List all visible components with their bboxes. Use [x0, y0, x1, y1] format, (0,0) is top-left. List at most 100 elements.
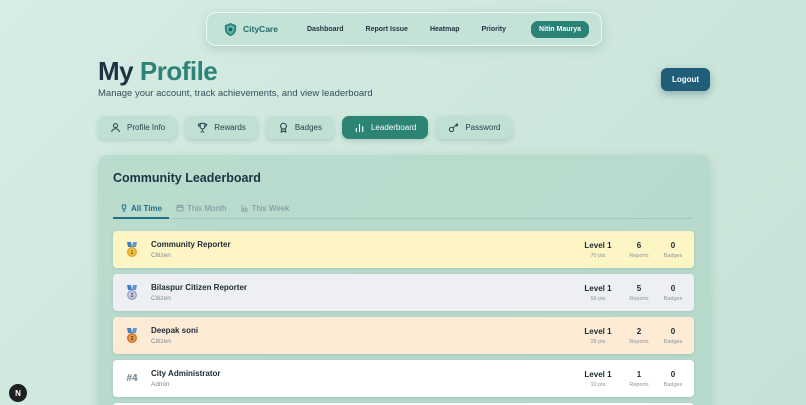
tab-label: Leaderboard: [370, 123, 417, 132]
user-info: Bilaspur Citizen Reporter Citizen: [151, 283, 578, 302]
tab-label: This Month: [186, 203, 227, 213]
trophy-icon: [198, 122, 208, 133]
brand-name: CityCare: [243, 24, 278, 34]
tab-rewards[interactable]: Rewards: [185, 116, 258, 139]
tab-label: Rewards: [214, 123, 246, 132]
points-value: 70 pts: [590, 252, 606, 259]
badges-stat: 0 Badges: [656, 327, 690, 345]
reports-stat: 6 Reports: [624, 241, 654, 259]
reports-count: 6: [636, 240, 642, 250]
award-icon: [279, 122, 287, 133]
bar-chart-icon: [355, 123, 364, 133]
leaderboard-row[interactable]: #4 City Administrator Admin Level 1 10 p…: [113, 360, 694, 397]
rank-cell: 1: [113, 241, 151, 258]
tab-leaderboard[interactable]: Leaderboard: [341, 116, 429, 139]
badges-label: Badges: [663, 381, 683, 388]
tab-label: Password: [465, 123, 501, 132]
medal-rank-text: 3: [131, 336, 134, 342]
tab-label: Profile Info: [127, 123, 166, 132]
profile-tabs: Profile Info Rewards Badges Leaderboard …: [98, 116, 513, 139]
reports-label: Reports: [629, 338, 649, 345]
tab-this-week[interactable]: This Week: [234, 199, 297, 217]
user-name: Bilaspur Citizen Reporter: [151, 283, 248, 292]
tab-label: Badges: [294, 123, 322, 132]
period-tabs: All Time This Month This Week: [113, 199, 692, 219]
tab-all-time[interactable]: All Time: [113, 199, 169, 219]
leaderboard-title: Community Leaderboard: [113, 171, 261, 185]
bronze-medal-icon: 3: [127, 327, 137, 343]
tab-profile-info[interactable]: Profile Info: [98, 116, 178, 139]
user-icon: [111, 123, 120, 133]
reports-label: Reports: [629, 381, 649, 388]
page-title-part2: Profile: [139, 56, 218, 86]
reports-count: 5: [636, 283, 642, 293]
badges-label: Badges: [663, 338, 683, 345]
rank-number: #4: [126, 373, 138, 384]
leaderboard-row[interactable]: 3 Deepak soni Citizen Level 1 28 pts 2 R…: [113, 317, 694, 354]
tab-label: All Time: [131, 203, 162, 213]
nav-link-priority[interactable]: Priority: [471, 26, 518, 33]
dev-tools-button[interactable]: N: [9, 384, 27, 402]
leaderboard-card: Community Leaderboard All Time This Mont…: [98, 155, 710, 405]
page-title: My Profile: [98, 56, 218, 87]
points-value: 55 pts: [590, 295, 606, 302]
badges-stat: 0 Badges: [656, 370, 690, 388]
badges-count: 0: [670, 283, 676, 293]
reports-count: 2: [636, 326, 642, 336]
level-stat: Level 1 10 pts: [578, 370, 618, 388]
user-name: City Administrator: [151, 369, 221, 378]
user-role: Admin: [151, 381, 170, 388]
user-info: City Administrator Admin: [151, 369, 578, 388]
user-name: Community Reporter: [151, 240, 231, 249]
badges-count: 0: [670, 240, 676, 250]
leaderboard-row[interactable]: 1 Community Reporter Citizen Level 1 70 …: [113, 231, 694, 268]
nav-link-dashboard[interactable]: Dashboard: [296, 26, 355, 33]
nav-link-heatmap[interactable]: Heatmap: [419, 26, 471, 33]
tab-label: This Week: [251, 203, 290, 213]
user-info: Community Reporter Citizen: [151, 240, 578, 259]
page-subtitle: Manage your account, track achievements,…: [98, 88, 373, 99]
rank-cell: 2: [113, 284, 151, 301]
user-role: Citizen: [151, 295, 171, 302]
user-role: Citizen: [151, 338, 171, 345]
chart-icon: [241, 205, 248, 212]
brand[interactable]: CityCare: [223, 22, 278, 37]
shield-logo-icon: [224, 22, 237, 36]
user-role: Citizen: [151, 252, 171, 259]
user-name: Deepak soni: [151, 326, 199, 335]
points-value: 10 pts: [590, 381, 606, 388]
logout-button[interactable]: Logout: [661, 68, 710, 91]
level-value: Level 1: [584, 326, 612, 336]
badges-stat: 0 Badges: [656, 284, 690, 302]
nav-links: Dashboard Report Issue Heatmap Priority: [296, 26, 517, 33]
badges-stat: 0 Badges: [656, 241, 690, 259]
medal-rank-text: 1: [131, 250, 134, 256]
leaderboard-row[interactable]: 2 Bilaspur Citizen Reporter Citizen Leve…: [113, 274, 694, 311]
top-nav: CityCare Dashboard Report Issue Heatmap …: [206, 12, 602, 46]
trophy-icon: [121, 204, 127, 212]
level-stat: Level 1 55 pts: [578, 284, 618, 302]
badges-label: Badges: [663, 295, 683, 302]
tab-this-month[interactable]: This Month: [169, 199, 234, 217]
reports-stat: 1 Reports: [624, 370, 654, 388]
points-value: 28 pts: [590, 338, 606, 345]
reports-count: 1: [636, 369, 642, 379]
nav-link-report-issue[interactable]: Report Issue: [355, 26, 419, 33]
reports-stat: 5 Reports: [624, 284, 654, 302]
rank-cell: 3: [113, 327, 151, 344]
user-menu-button[interactable]: Nitin Maurya: [531, 20, 590, 38]
reports-label: Reports: [629, 295, 649, 302]
page-title-part1: My: [98, 56, 134, 86]
tab-badges[interactable]: Badges: [265, 116, 334, 139]
badges-count: 0: [670, 369, 676, 379]
level-value: Level 1: [584, 283, 612, 293]
tab-password[interactable]: Password: [436, 116, 513, 139]
reports-stat: 2 Reports: [624, 327, 654, 345]
silver-medal-icon: 2: [127, 284, 137, 300]
level-value: Level 1: [584, 240, 612, 250]
level-value: Level 1: [584, 369, 612, 379]
badges-label: Badges: [663, 252, 683, 259]
level-stat: Level 1 28 pts: [578, 327, 618, 345]
badges-count: 0: [670, 326, 676, 336]
key-icon: [449, 123, 459, 133]
